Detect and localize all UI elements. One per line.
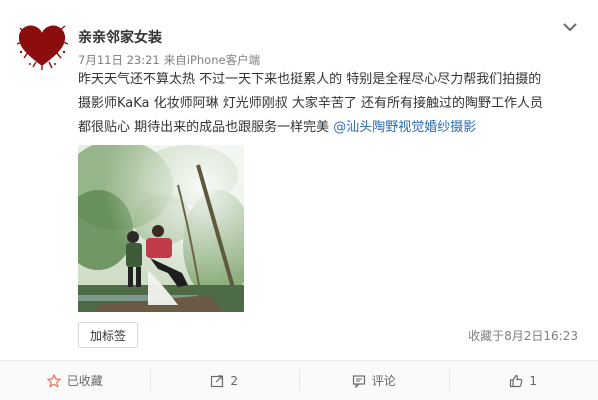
post-text-line-3: 都很贴心 期待出来的成品也跟服务一样完美 @汕头陶野视觉婚纱摄影 [78, 116, 588, 140]
mention-link[interactable]: @汕头陶野视觉婚纱摄影 [333, 120, 476, 135]
avatar[interactable] [16, 22, 69, 70]
post-text-line-2: 摄影师KaKa 化妆师阿琳 灯光师刚叔 大家辛苦了 还有所有接触过的陶野工作人员 [78, 96, 544, 111]
action-bar: 已收藏 2 评论 1 [0, 361, 598, 400]
comment-label: 评论 [371, 374, 396, 388]
like-count: 1 [529, 373, 538, 388]
favorited-time: 收藏于8月2日16:23 [468, 329, 578, 343]
heart-avatar-icon [16, 25, 69, 70]
post-text-line-1: 昨天天气还不算太热 不过一天下来也挺累人的 特别是全程尽心尽力帮我们拍摄的 [78, 72, 542, 87]
comment-icon [352, 374, 365, 388]
post-meta: 7月11日 23:21 来自iPhone客户端 [78, 52, 260, 68]
post-text: 昨天天气还不算太热 不过一天下来也挺累人的 特别是全程尽心尽力帮我们拍摄的 摄影… [78, 68, 588, 140]
comment-button[interactable]: 评论 [299, 361, 449, 400]
username[interactable]: 亲亲邻家女装 [78, 27, 162, 47]
repost-button[interactable]: 2 [149, 361, 300, 400]
star-icon [46, 373, 61, 388]
like-button[interactable]: 1 [448, 361, 598, 400]
chevron-down-icon[interactable] [561, 19, 579, 33]
add-tag-button[interactable]: 加标签 [78, 322, 138, 348]
weibo-post-card: 亲亲邻家女装 7月11日 23:21 来自iPhone客户端 昨天天气还不算太热 … [0, 0, 598, 400]
post-source[interactable]: iPhone客户端 [187, 53, 260, 67]
favorite-label: 已收藏 [66, 374, 103, 388]
source-prefix: 来自 [163, 53, 187, 67]
repost-icon [211, 374, 224, 387]
thumbs-up-icon [510, 374, 523, 387]
post-date[interactable]: 7月11日 23:21 [78, 53, 160, 67]
post-text-line-3-content: 都很贴心 期待出来的成品也跟服务一样完美 [78, 120, 334, 135]
repost-count: 2 [230, 373, 239, 388]
favorite-button[interactable]: 已收藏 [0, 361, 150, 400]
post-photo[interactable] [78, 145, 244, 312]
